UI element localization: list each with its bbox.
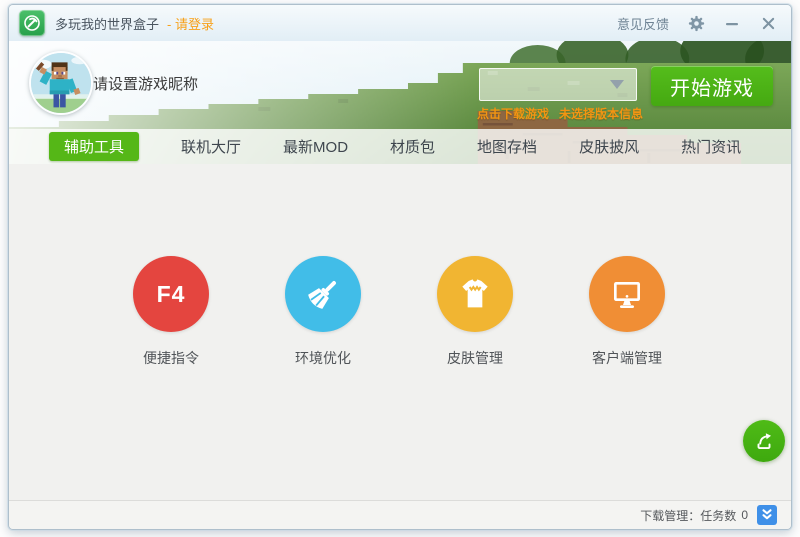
header-banner: 请设置游戏昵称 点击下载游戏 未选择版本信息 开始游戏 辅助工具 联机大厅 最新…	[9, 41, 791, 164]
tool-label: 便捷指令	[143, 350, 199, 366]
tool-quick-commands: F4 便捷指令	[131, 256, 211, 368]
brush-icon	[308, 281, 336, 309]
nickname-label[interactable]: 请设置游戏昵称	[93, 73, 198, 94]
download-game-link[interactable]: 点击下载游戏	[477, 105, 549, 122]
tab-texture-packs[interactable]: 材质包	[390, 136, 435, 157]
statusbar: 下载管理： 任务数 0	[9, 500, 791, 529]
minimize-button[interactable]	[723, 14, 741, 32]
tool-label: 皮肤管理	[447, 350, 503, 366]
app-logo-pickaxe-icon	[19, 10, 45, 36]
tab-assist-tools[interactable]: 辅助工具	[49, 132, 140, 161]
app-title: 多玩我的世界盒子	[55, 16, 160, 32]
tool-label: 客户端管理	[592, 350, 662, 366]
tool-label: 环境优化	[295, 350, 351, 366]
tab-latest-mod[interactable]: 最新MOD	[283, 136, 348, 157]
quick-commands-button[interactable]: F4	[133, 256, 209, 332]
main-content: F4 便捷指令 环境优化 皮肤管理 客户端管理	[9, 164, 791, 502]
tools-row: F4 便捷指令 环境优化 皮肤管理 客户端管理	[131, 256, 667, 368]
tasks-label: 任务数	[700, 508, 737, 523]
avatar[interactable]	[29, 51, 93, 115]
steve-avatar-image	[31, 53, 91, 113]
environment-optimize-button[interactable]	[285, 256, 361, 332]
version-select-dropdown[interactable]	[479, 68, 637, 101]
tab-multiplayer-hall[interactable]: 联机大厅	[181, 136, 241, 157]
skin-manage-button[interactable]	[437, 256, 513, 332]
tool-skin-manage: 皮肤管理	[435, 256, 515, 368]
double-chevron-down-icon	[762, 509, 772, 520]
app-window: 多玩我的世界盒子 - 请登录 意见反馈 请设置游戏昵称 点击下载游戏 未选择版本…	[8, 4, 792, 530]
version-status-text: 未选择版本信息	[559, 107, 644, 121]
tab-map-saves[interactable]: 地图存档	[477, 136, 537, 157]
monitor-icon	[614, 282, 640, 308]
client-manage-button[interactable]	[589, 256, 665, 332]
login-link[interactable]: - 请登录	[167, 14, 214, 33]
f4-badge: F4	[156, 280, 186, 307]
tool-environment-optimize: 环境优化	[283, 256, 363, 368]
tasks-count: 0	[741, 508, 748, 522]
tool-client-manage: 客户端管理	[587, 256, 667, 368]
launch-share-button[interactable]	[743, 420, 785, 462]
close-button[interactable]	[759, 14, 777, 32]
feedback-link[interactable]: 意见反馈	[617, 14, 669, 33]
tab-skins-capes[interactable]: 皮肤披风	[579, 136, 639, 157]
tshirt-icon	[462, 279, 488, 308]
chevron-down-icon	[610, 80, 624, 89]
nav-tabs: 辅助工具 联机大厅 最新MOD 材质包 地图存档 皮肤披风 热门资讯	[9, 129, 791, 164]
settings-gear-icon[interactable]	[687, 14, 705, 32]
download-panel-toggle-button[interactable]	[757, 505, 777, 525]
tab-hot-news[interactable]: 热门资讯	[681, 136, 741, 157]
start-game-button[interactable]: 开始游戏	[651, 66, 773, 106]
download-manager-label: 下载管理：	[640, 508, 701, 523]
titlebar: 多玩我的世界盒子 - 请登录 意见反馈	[9, 5, 791, 41]
share-arrow-icon	[757, 433, 771, 450]
